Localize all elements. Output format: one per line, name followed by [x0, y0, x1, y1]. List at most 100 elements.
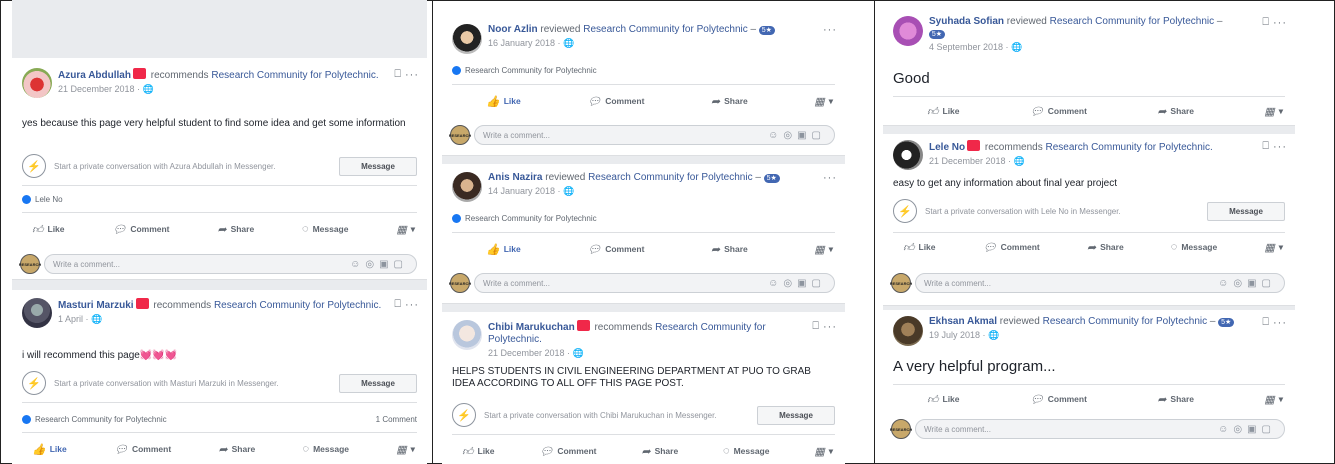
comment-input[interactable]: Write a comment... ☺◎▣▢ [474, 273, 835, 293]
comment-input[interactable]: Write a comment... ☺◎▣▢ [915, 273, 1285, 293]
comment-tools-icons[interactable]: ☺◎▣▢ [768, 130, 834, 141]
comment-tools-icons[interactable]: ☺◎▣▢ [1218, 424, 1284, 435]
reviewer-name[interactable]: Anis Nazira [488, 172, 542, 183]
comment-button[interactable]: 💬︎ Comment [1030, 393, 1087, 406]
reviewer-name[interactable]: Ekhsan Akmal [929, 316, 997, 327]
share-button[interactable]: ➦ Share [1157, 105, 1194, 118]
avatar[interactable] [452, 24, 482, 54]
message-button[interactable]: Message [1207, 201, 1285, 221]
message-action-button[interactable]: ◌ Message [302, 223, 348, 235]
share-button[interactable]: ➦ Share [711, 243, 748, 256]
reviewer-name[interactable]: Chibi Marukuchan [488, 322, 575, 333]
share-button[interactable]: ➦ Share [1157, 393, 1194, 406]
post-date[interactable]: 19 July 2018 · 🌐 [929, 329, 1262, 341]
liker-name[interactable]: Lele No [35, 195, 63, 204]
more-options-icon[interactable]: ··· [405, 299, 419, 311]
like-button[interactable]: 👍︎ Like [462, 445, 495, 458]
message-button[interactable]: Message [757, 405, 835, 425]
more-options-icon[interactable]: ··· [1273, 17, 1287, 29]
report-icon[interactable]: ⎕ [1262, 140, 1270, 153]
comment-button[interactable]: 💬︎ Comment [1030, 105, 1087, 118]
message-button[interactable]: Message [339, 373, 417, 393]
page-link[interactable]: Research Community for Polytechnic [583, 24, 748, 35]
report-icon[interactable]: ⎕ [394, 298, 402, 311]
more-options-icon[interactable]: ··· [823, 24, 837, 36]
post-date[interactable]: 16 January 2018 · 🌐 [488, 37, 823, 49]
page-selector[interactable]: ▦ ▾ [1264, 241, 1283, 254]
reviewer-name[interactable]: Masturi Marzuki [58, 300, 134, 311]
reviewer-name[interactable]: Syuhada Sofian [929, 16, 1004, 27]
page-selector[interactable]: ▦ ▾ [1264, 105, 1283, 118]
page-selector[interactable]: ▦ ▾ [814, 445, 833, 458]
post-date[interactable]: 14 January 2018 · 🌐 [488, 185, 823, 197]
comment-button[interactable]: 💬︎ Comment [587, 95, 644, 108]
report-icon[interactable]: ⎕ [1262, 316, 1270, 329]
comment-count[interactable]: 1 Comment [376, 415, 417, 424]
page-link[interactable]: Research Community for Polytechnic [1050, 16, 1215, 27]
reviewer-name[interactable]: Noor Azlin [488, 24, 538, 35]
page-link[interactable]: Research Community for Polytechnic [1043, 316, 1208, 327]
avatar[interactable] [893, 140, 923, 170]
avatar[interactable] [22, 68, 52, 98]
comment-tools-icons[interactable]: ☺◎▣▢ [1218, 278, 1284, 289]
comment-button[interactable]: 💬︎ Comment [587, 243, 644, 256]
comment-input[interactable]: Write a comment... ☺◎▣▢ [474, 125, 835, 145]
comment-button[interactable]: 💬︎ Comment [112, 223, 169, 236]
message-action-button[interactable]: ◌ Message [723, 445, 769, 457]
comment-tools-icons[interactable]: ☺◎▣▢ [768, 278, 834, 289]
reviewer-name[interactable]: Lele No [929, 142, 965, 153]
like-button[interactable]: 👍︎ Like [903, 241, 936, 254]
like-button[interactable]: 👍 Like [486, 243, 521, 256]
avatar[interactable] [452, 172, 482, 202]
post-date[interactable]: 1 April · 🌐 [58, 313, 394, 325]
more-options-icon[interactable]: ··· [823, 172, 837, 184]
share-button[interactable]: ➦ Share [217, 223, 254, 236]
share-button[interactable]: ➦ Share [641, 445, 678, 458]
avatar[interactable] [893, 316, 923, 346]
page-link[interactable]: Research Community for Polytechnic. [211, 70, 378, 81]
comment-tools-icons[interactable]: ☺◎▣▢ [350, 259, 416, 270]
page-link[interactable]: Research Community for Polytechnic. [214, 300, 381, 311]
avatar[interactable] [893, 16, 923, 46]
more-options-icon[interactable]: ··· [405, 69, 419, 81]
report-icon[interactable]: ⎕ [1262, 16, 1270, 29]
page-name[interactable]: Research Community for Polytechnic [465, 66, 597, 75]
post-date[interactable]: 4 September 2018 · 🌐 [929, 41, 1262, 53]
page-selector[interactable]: ▦ ▾ [814, 95, 833, 108]
comment-input[interactable]: Write a comment... ☺◎▣▢ [915, 419, 1285, 439]
post-date[interactable]: 21 December 2018 · 🌐 [929, 155, 1262, 167]
comment-button[interactable]: 💬︎ Comment [539, 445, 596, 458]
page-selector[interactable]: ▦ ▾ [1264, 393, 1283, 406]
like-summary[interactable]: Lele No [22, 195, 417, 204]
like-button[interactable]: 👍︎ Like [927, 393, 960, 406]
comment-button[interactable]: 💬︎ Comment [983, 241, 1040, 254]
like-button[interactable]: 👍 Like [32, 443, 67, 456]
report-icon[interactable]: ⎕ [812, 320, 820, 333]
avatar[interactable] [22, 298, 52, 328]
comment-button[interactable]: 💬︎ Comment [114, 443, 171, 456]
page-link[interactable]: Research Community for Polytechnic. [1046, 142, 1213, 153]
like-button[interactable]: 👍 Like [486, 95, 521, 108]
page-name[interactable]: Research Community for Polytechnic [465, 214, 597, 223]
reviewer-name[interactable]: Azura Abdullah [58, 70, 131, 81]
post-date[interactable]: 21 December 2018 · 🌐 [488, 347, 812, 359]
like-button[interactable]: 👍︎ Like [32, 223, 65, 236]
page-link[interactable]: Research Community for Polytechnic [588, 172, 753, 183]
avatar[interactable] [452, 320, 482, 350]
message-action-button[interactable]: ◌ Message [303, 443, 349, 455]
share-button[interactable]: ➦ Share [711, 95, 748, 108]
post-date[interactable]: 21 December 2018 · 🌐 [58, 83, 394, 95]
page-selector[interactable]: ▦ ▾ [396, 443, 415, 456]
share-button[interactable]: ➦ Share [218, 443, 255, 456]
page-selector[interactable]: ▦ ▾ [396, 223, 415, 236]
more-options-icon[interactable]: ··· [823, 321, 837, 333]
message-action-button[interactable]: ◌ Message [1171, 241, 1217, 253]
message-button[interactable]: Message [339, 156, 417, 176]
share-button[interactable]: ➦ Share [1087, 241, 1124, 254]
page-name[interactable]: Research Community for Polytechnic [35, 415, 167, 424]
comment-input[interactable]: Write a comment... ☺◎▣▢ [44, 254, 417, 274]
report-icon[interactable]: ⎕ [394, 68, 402, 81]
like-button[interactable]: 👍︎ Like [927, 105, 960, 118]
page-selector[interactable]: ▦ ▾ [814, 243, 833, 256]
more-options-icon[interactable]: ··· [1273, 317, 1287, 329]
